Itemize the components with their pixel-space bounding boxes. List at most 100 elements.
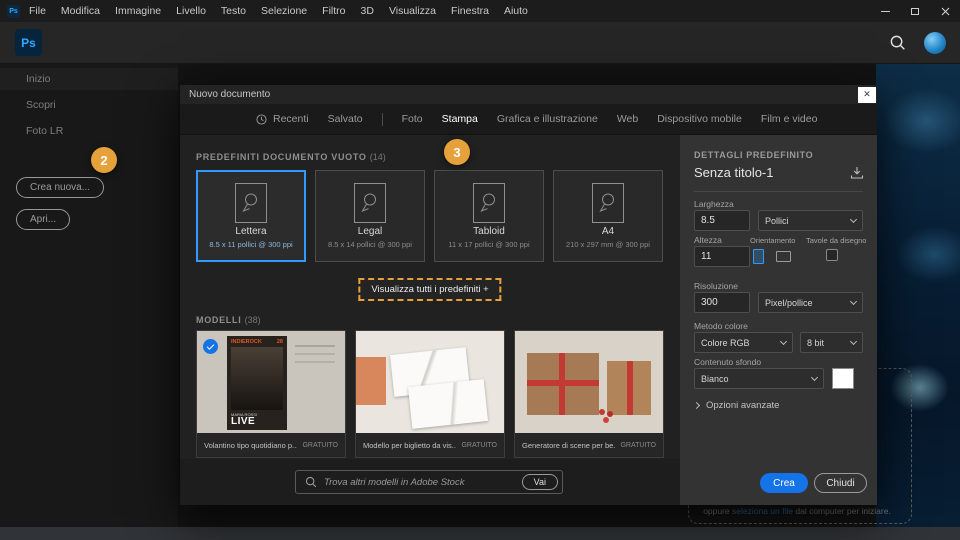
view-all-presets-button[interactable]: Visualizza tutti i predefiniti +: [358, 278, 502, 301]
selected-check-icon: [203, 339, 218, 354]
menu-immagine[interactable]: Immagine: [115, 5, 161, 17]
template-card-flyer[interactable]: INDIEROCK 28 MARIA ROSSI LIVE Volantino t…: [196, 330, 346, 458]
template-name: Modello per biglietto da vis...: [363, 440, 457, 450]
photoshop-window: Ps File Modifica Immagine Livello Testo …: [0, 0, 960, 540]
template-card-business-card[interactable]: Modello per biglietto da vis... GRATUITO: [355, 330, 505, 458]
stock-search-input[interactable]: Trova altri modelli in Adobe Stock Vai: [295, 470, 563, 494]
account-avatar[interactable]: [924, 31, 946, 54]
dialog-content: PREDEFINITI DOCUMENTO VUOTO (14) Lettera…: [180, 135, 680, 505]
poster-brand: INDIEROCK: [231, 339, 262, 345]
preset-name: Lettera: [235, 226, 267, 237]
chevron-down-icon: [779, 337, 788, 346]
chevron-down-icon: [849, 297, 858, 306]
document-name-field[interactable]: Senza titolo-1: [694, 165, 774, 180]
artboards-checkbox[interactable]: [826, 249, 838, 261]
orientation-label: Orientamento: [750, 236, 796, 245]
dialog-close-button[interactable]: ✕: [858, 86, 876, 103]
photoshop-logo: Ps: [15, 29, 42, 56]
blank-document-icon: [473, 183, 505, 223]
resolution-unit-select[interactable]: Pixel/pollice: [758, 292, 863, 313]
template-thumbnail-scene-generator: [515, 331, 663, 433]
tab-film-e-video[interactable]: Film e video: [761, 113, 818, 125]
minimize-icon: [880, 10, 890, 12]
chevron-down-icon: [810, 373, 819, 382]
coach-mark-step-3[interactable]: 3: [444, 139, 470, 165]
menu-filtro[interactable]: Filtro: [322, 5, 345, 17]
template-thumbnail-business-card: [356, 331, 504, 433]
save-preset-icon[interactable]: [850, 166, 864, 179]
width-unit-select[interactable]: Pollici: [758, 210, 863, 231]
close-icon: [941, 7, 949, 15]
preset-specs: 8.5 x 14 pollici @ 300 ppi: [328, 240, 412, 249]
app-toolbar: Ps: [0, 22, 960, 64]
menu-visualizza[interactable]: Visualizza: [389, 5, 436, 17]
poster-issue: 28: [276, 339, 283, 345]
background-color-swatch[interactable]: [832, 368, 854, 389]
chevron-right-icon: [692, 401, 701, 410]
search-icon: [305, 476, 317, 488]
blank-document-icon: [354, 183, 386, 223]
menu-modifica[interactable]: Modifica: [61, 5, 100, 17]
dialog-titlebar: Nuovo documento ✕: [180, 85, 877, 104]
menu-aiuto[interactable]: Aiuto: [504, 5, 528, 17]
window-controls: [870, 0, 960, 22]
menu-testo[interactable]: Testo: [221, 5, 246, 17]
orientation-landscape-button[interactable]: [773, 246, 793, 267]
preset-card-tabloid[interactable]: Tabloid 11 x 17 pollici @ 300 ppi: [434, 170, 544, 262]
background-contents-select[interactable]: Bianco: [694, 368, 824, 389]
template-label-bar: Modello per biglietto da vis... GRATUITO: [356, 433, 504, 457]
coach-mark-step-2[interactable]: 2: [91, 147, 117, 173]
preset-card-legal[interactable]: Legal 8.5 x 14 pollici @ 300 ppi: [315, 170, 425, 262]
maximize-button[interactable]: [900, 0, 930, 22]
resolution-label: Risoluzione: [694, 281, 738, 291]
close-button[interactable]: Chiudi: [814, 473, 867, 493]
tab-dispositivo-mobile[interactable]: Dispositivo mobile: [657, 113, 742, 125]
template-card-scene-generator[interactable]: Generatore di scene per be... GRATUITO: [514, 330, 664, 458]
artboards-label: Tavole da disegno: [806, 236, 867, 245]
clock-icon: [256, 113, 267, 125]
stock-search-go-button[interactable]: Vai: [521, 474, 558, 490]
details-heading: DETTAGLI PREDEFINITO: [694, 150, 814, 160]
minimize-button[interactable]: [870, 0, 900, 22]
menu-finestra[interactable]: Finestra: [451, 5, 489, 17]
tab-recenti[interactable]: Recenti: [256, 113, 309, 125]
menu-file[interactable]: File: [29, 5, 46, 17]
background-contents-label: Contenuto sfondo: [694, 357, 762, 367]
tab-grafica[interactable]: Grafica e illustrazione: [497, 113, 598, 125]
close-window-button[interactable]: [930, 0, 960, 22]
dialog-tabs: Recenti Salvato Foto Stampa Grafica e il…: [180, 104, 877, 135]
tab-salvato[interactable]: Salvato: [328, 113, 363, 125]
color-mode-select[interactable]: Colore RGB: [694, 332, 793, 353]
advanced-options-toggle[interactable]: Opzioni avanzate: [692, 400, 779, 411]
preset-card-a4[interactable]: A4 210 x 297 mm @ 300 ppi: [553, 170, 663, 262]
menu-3d[interactable]: 3D: [361, 5, 374, 17]
width-input[interactable]: 8.5: [694, 210, 750, 231]
menubar: File Modifica Immagine Livello Testo Sel…: [29, 5, 528, 17]
preset-name: Legal: [357, 226, 383, 237]
menu-livello[interactable]: Livello: [176, 5, 206, 17]
preset-name: A4: [601, 226, 615, 237]
width-label: Larghezza: [694, 199, 734, 209]
template-label-bar: Generatore di scene per be... GRATUITO: [515, 433, 663, 457]
stock-search-band: Trova altri modelli in Adobe Stock Vai: [180, 459, 680, 505]
preset-card-lettera[interactable]: Lettera 8.5 x 11 pollici @ 300 ppi: [196, 170, 306, 262]
create-button[interactable]: Crea: [760, 473, 808, 493]
photoshop-window-icon: Ps: [7, 4, 20, 18]
tab-stampa[interactable]: Stampa: [442, 113, 478, 125]
bit-depth-select[interactable]: 8 bit: [800, 332, 863, 353]
menu-selezione[interactable]: Selezione: [261, 5, 307, 17]
search-icon[interactable]: [889, 34, 906, 51]
divider: [694, 191, 863, 192]
resolution-input[interactable]: 300: [694, 292, 750, 313]
tab-foto[interactable]: Foto: [402, 113, 423, 125]
poster-live: LIVE: [231, 416, 256, 427]
orientation-portrait-button[interactable]: [748, 246, 768, 267]
dialog-body: PREDEFINITI DOCUMENTO VUOTO (14) Lettera…: [180, 135, 877, 505]
height-input[interactable]: 11: [694, 246, 750, 267]
stock-search-placeholder: Trova altri modelli in Adobe Stock: [324, 476, 465, 488]
portrait-icon: [752, 249, 764, 264]
chevron-down-icon: [849, 337, 858, 346]
presets-heading: PREDEFINITI DOCUMENTO VUOTO (14): [196, 152, 386, 162]
preset-details-panel: DETTAGLI PREDEFINITO Senza titolo-1 Larg…: [680, 135, 877, 505]
tab-web[interactable]: Web: [617, 113, 638, 125]
